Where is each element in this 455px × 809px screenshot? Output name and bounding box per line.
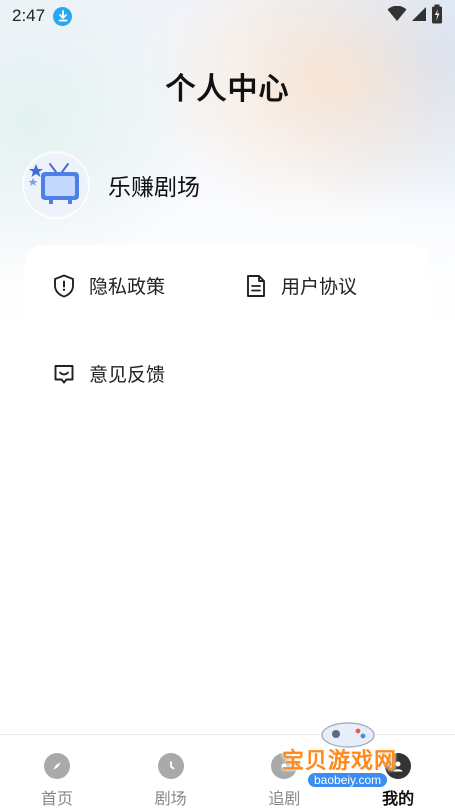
menu-item-label: 隐私政策 — [89, 276, 166, 298]
menu-item-user-agreement[interactable]: 用户协议 — [244, 272, 357, 299]
tab-label: 首页 — [40, 789, 73, 808]
compass-icon — [43, 753, 70, 779]
tab-following[interactable]: 追剧 — [228, 735, 342, 809]
profile-icon — [385, 753, 412, 779]
menu-item-feedback[interactable]: 意见反馈 — [52, 360, 165, 387]
download-icon — [53, 6, 73, 26]
tab-label: 剧场 — [154, 789, 187, 808]
page-title: 个人中心 — [165, 72, 290, 107]
status-bar: 2:47 — [0, 0, 455, 32]
wifi-icon — [387, 5, 407, 26]
shield-icon — [52, 274, 76, 298]
document-icon — [244, 274, 268, 298]
tab-theater[interactable]: 剧场 — [114, 735, 228, 809]
profile-section[interactable]: 乐赚剧场 — [24, 153, 200, 217]
bottom-tab-bar: 首页 剧场 追剧 我的 — [0, 734, 455, 809]
menu-item-label: 意见反馈 — [89, 364, 166, 386]
follow-icon — [271, 753, 298, 779]
tab-label: 追剧 — [268, 789, 301, 808]
tv-icon — [28, 158, 84, 212]
tab-mine[interactable]: 我的 — [341, 735, 455, 809]
battery-icon — [431, 4, 443, 28]
avatar[interactable] — [24, 153, 88, 217]
tab-home[interactable]: 首页 — [0, 735, 114, 809]
menu-item-label: 用户协议 — [281, 276, 358, 298]
feedback-icon — [52, 362, 76, 386]
status-time: 2:47 — [12, 6, 46, 25]
profile-name: 乐赚剧场 — [108, 175, 200, 201]
tab-label: 我的 — [382, 789, 415, 808]
signal-icon — [411, 6, 427, 26]
menu-item-privacy-policy[interactable]: 隐私政策 — [52, 272, 165, 299]
status-indicators — [387, 4, 443, 28]
clock-icon — [157, 753, 184, 779]
menu-card: 隐私政策 用户协议 意见反馈 — [25, 245, 430, 445]
